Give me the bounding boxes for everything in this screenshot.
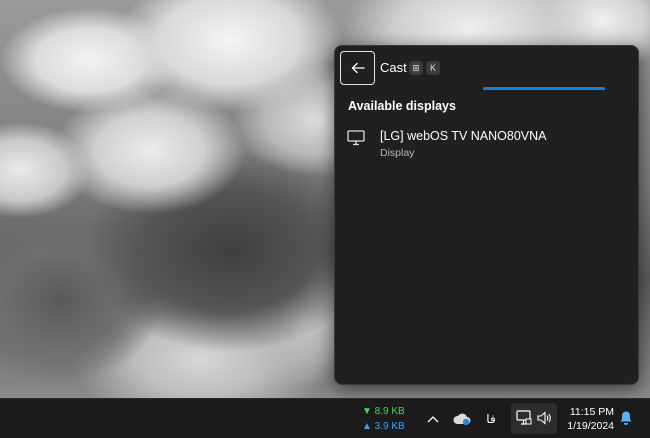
input-language-indicator[interactable]: فا bbox=[482, 408, 500, 430]
speaker-icon bbox=[537, 411, 551, 425]
display-type: Display bbox=[380, 147, 415, 159]
cast-monitor-icon bbox=[516, 410, 532, 425]
network-speed-widget: ▼ 8.9 KB ▲ 3.9 KB bbox=[362, 404, 405, 434]
upload-speed: ▲ 3.9 KB bbox=[362, 421, 405, 432]
cast-flyout: Cast ⊞ K Available displays [LG] webOS T… bbox=[334, 45, 639, 385]
windows-key-hint: ⊞ bbox=[409, 61, 423, 75]
clock-time: 11:15 PM bbox=[569, 406, 614, 418]
onedrive-cloud-icon bbox=[453, 413, 471, 426]
notification-bell-icon[interactable] bbox=[619, 410, 633, 426]
available-displays-heading: Available displays bbox=[348, 99, 456, 113]
display-list-item[interactable]: [LG] webOS TV NANO80VNA Display bbox=[343, 124, 631, 164]
back-button[interactable] bbox=[340, 51, 375, 85]
clock-date: 1/19/2024 bbox=[567, 420, 614, 432]
clock[interactable]: 11:15 PM 1/19/2024 bbox=[562, 405, 614, 433]
k-key-hint: K bbox=[426, 61, 440, 75]
taskbar: ▼ 8.9 KB ▲ 3.9 KB فا 11:15 PM 1/19/2024 bbox=[0, 398, 650, 438]
searching-progress-bar bbox=[483, 87, 605, 90]
onedrive-tray-button[interactable] bbox=[451, 408, 473, 430]
flyout-title: Cast bbox=[380, 60, 407, 75]
quick-settings-button[interactable] bbox=[511, 403, 557, 434]
monitor-icon bbox=[347, 130, 365, 146]
show-hidden-icons-button[interactable] bbox=[424, 408, 442, 430]
display-name: [LG] webOS TV NANO80VNA bbox=[380, 129, 547, 143]
flyout-header: Cast ⊞ K bbox=[339, 51, 634, 85]
arrow-left-icon bbox=[351, 62, 365, 74]
progress-indicator bbox=[483, 87, 605, 90]
download-speed: ▼ 8.9 KB bbox=[362, 406, 405, 417]
chevron-up-icon bbox=[427, 416, 439, 423]
